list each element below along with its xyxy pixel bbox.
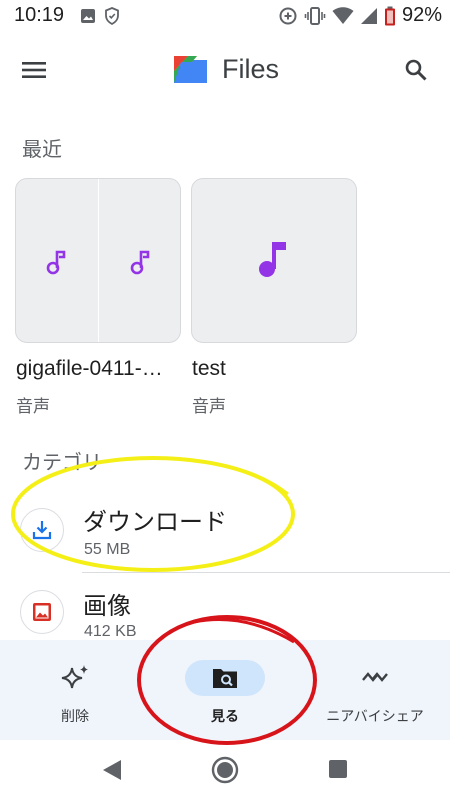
files-logo-icon bbox=[174, 56, 207, 83]
download-icon-circle bbox=[20, 508, 64, 552]
image-icon bbox=[33, 603, 51, 621]
status-time: 10:19 bbox=[14, 4, 65, 26]
nav-label: 見る bbox=[211, 709, 239, 725]
category-size: 55 MB bbox=[84, 541, 131, 558]
menu-icon bbox=[22, 62, 46, 78]
category-name: 画像 bbox=[83, 592, 131, 620]
battery-icon bbox=[384, 6, 395, 25]
recent-file-type: 音声 bbox=[192, 397, 226, 417]
app-bar: Files bbox=[0, 40, 450, 100]
shield-icon bbox=[105, 7, 119, 25]
back-icon[interactable] bbox=[101, 758, 123, 782]
browse-icon bbox=[213, 669, 237, 688]
music-note-icon bbox=[46, 250, 66, 275]
nav-item-nearby-share[interactable]: ニアバイシェア bbox=[300, 640, 450, 740]
data-saver-icon bbox=[279, 7, 297, 24]
category-size: 412 KB bbox=[84, 623, 137, 640]
wifi-icon bbox=[332, 6, 354, 24]
nav-icon-container-active bbox=[185, 660, 265, 696]
category-name: ダウンロード bbox=[83, 508, 227, 536]
nav-icon-container bbox=[335, 660, 415, 696]
category-item-downloads[interactable]: ダウンロード 55 MB bbox=[0, 492, 450, 572]
home-icon[interactable] bbox=[211, 756, 239, 784]
category-divider bbox=[82, 572, 450, 573]
recent-card-test[interactable] bbox=[191, 178, 357, 343]
menu-button[interactable] bbox=[14, 52, 54, 88]
signal-icon bbox=[360, 7, 377, 24]
app-logo: Files bbox=[172, 52, 279, 86]
recent-file-name[interactable]: test bbox=[192, 357, 226, 381]
recent-section-title: 最近 bbox=[22, 137, 62, 161]
nav-item-clean[interactable]: 削除 bbox=[0, 640, 150, 740]
status-bar: 10:19 92% bbox=[0, 0, 450, 34]
card-split-divider bbox=[98, 179, 99, 342]
music-note-icon bbox=[130, 250, 150, 275]
recents-icon[interactable] bbox=[328, 759, 348, 779]
battery-percentage: 92% bbox=[401, 4, 442, 26]
recent-file-type: 音声 bbox=[16, 397, 50, 417]
nav-label: 削除 bbox=[61, 709, 89, 725]
bottom-navigation: 削除 見る ニアバイシェア bbox=[0, 640, 450, 740]
nearby-share-icon bbox=[362, 672, 388, 682]
image-notification-icon bbox=[81, 9, 95, 23]
recent-file-name[interactable]: gigafile-0411-… bbox=[16, 357, 163, 381]
system-navigation-bar bbox=[0, 740, 450, 800]
sparkle-icon bbox=[61, 665, 88, 689]
nav-label: ニアバイシェア bbox=[326, 709, 424, 725]
category-section-title: カテゴリ bbox=[22, 450, 102, 474]
vibrate-icon bbox=[304, 6, 326, 25]
recent-card-gigafile[interactable] bbox=[15, 178, 181, 343]
app-title: Files bbox=[222, 53, 280, 84]
nav-icon-container bbox=[35, 660, 115, 696]
search-icon bbox=[405, 59, 427, 81]
image-icon-circle bbox=[20, 590, 64, 634]
nav-item-browse[interactable]: 見る bbox=[150, 640, 300, 740]
music-note-icon bbox=[259, 242, 286, 277]
download-icon bbox=[32, 521, 52, 540]
search-button[interactable] bbox=[396, 52, 436, 88]
